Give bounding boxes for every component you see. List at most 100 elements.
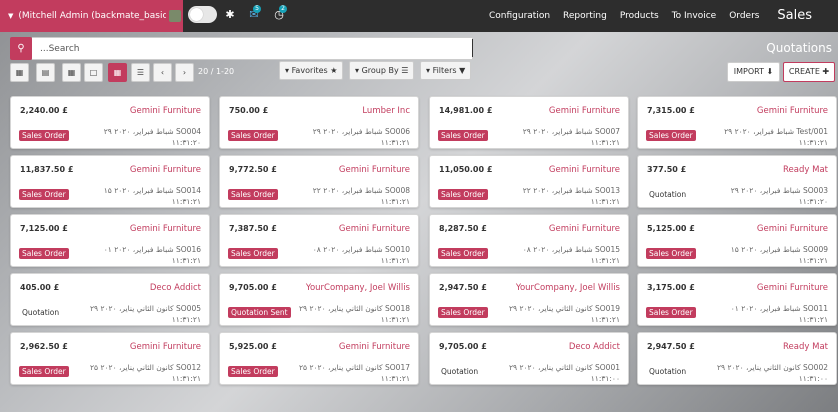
quotation-card[interactable]: 9,772.50 £ Gemini Furniture ۲۲ شباط فبراير… (219, 155, 419, 208)
quotation-card[interactable]: 5,125.00 £ Gemini Furniture ۱۵ شباط فبراير… (637, 214, 837, 267)
card-meta: ۲۲ شباط فبراير، ۲۰۲۰ SO008 ۱۱:۳۱:۲۱ (270, 185, 410, 207)
card-amount: 8,287.50 £ (439, 224, 487, 233)
card-time: ۱۱:۳۱:۲۱ (380, 315, 410, 324)
quotation-card[interactable]: 405.00 £ Deco Addict ۲۹ كانون الثاني يناير… (10, 273, 210, 326)
card-customer: Gemini Furniture (548, 106, 620, 116)
graph-view-icon[interactable]: ▤ (36, 63, 55, 82)
import-button[interactable]: IMPORT ⬇ (727, 62, 780, 82)
quotation-card[interactable]: 3,175.00 £ Gemini Furniture ۰۱ شباط فبراير… (637, 273, 837, 326)
card-amount: 5,925.00 £ (229, 342, 277, 351)
card-reference: SO019 (595, 304, 620, 313)
quotation-card[interactable]: 377.50 £ Ready Mat ۲۹ شباط فبراير، ۲۰۲۰ SO… (637, 155, 837, 208)
quotation-card[interactable]: 11,050.00 £ Gemini Furniture ۲۲ شباط فبراي… (429, 155, 629, 208)
menu-configuration[interactable]: Configuration (489, 11, 550, 21)
group-by-label: Group By (361, 66, 399, 75)
quotation-card[interactable]: 2,962.50 £ Gemini Furniture ۲۵ كانون الثان… (10, 332, 210, 385)
card-customer: Gemini Furniture (338, 342, 410, 352)
filters-button[interactable]: ▾ Filters ▼ (420, 61, 472, 80)
menu-to-invoice[interactable]: To Invoice (672, 11, 717, 21)
status-badge: Quotation (441, 367, 479, 376)
card-reference: SO004 (176, 127, 201, 136)
create-button[interactable]: CREATE ✚ (783, 62, 835, 82)
search-input[interactable] (32, 37, 473, 60)
app-title[interactable]: Sales (777, 8, 812, 23)
card-date: ۰۸ شباط فبراير، ۲۰۲۰ (522, 245, 593, 254)
card-date: ۲۹ كانون الثاني يناير، ۲۰۲۰ (90, 304, 174, 313)
status-badge: Sales Order (438, 307, 488, 318)
card-meta: ۲۵ كانون الثاني يناير، ۲۰۲۰ SO012 ۱۱:۳۱:۲… (61, 362, 201, 384)
card-customer: Lumber Inc (362, 106, 410, 116)
import-label: IMPORT (733, 67, 764, 76)
card-reference: SO012 (176, 363, 201, 372)
bug-icon[interactable]: ✱ (223, 8, 237, 22)
card-date: ۰۸ شباط فبراير، ۲۰۲۰ (312, 245, 383, 254)
card-time: ۱۱:۳۱:۲۱ (171, 315, 201, 324)
quotation-card[interactable]: 9,705.00 £ Deco Addict ۲۹ كانون الثاني ينا… (429, 332, 629, 385)
list-view-icon[interactable]: ☰ (131, 63, 150, 82)
pager-previous-button[interactable]: ‹ (153, 63, 172, 82)
menu-orders[interactable]: Orders (729, 11, 759, 21)
debug-toggle[interactable] (188, 6, 217, 23)
card-reference: SO009 (803, 245, 828, 254)
card-customer: Deco Addict (149, 283, 201, 293)
card-reference: SO008 (385, 186, 410, 195)
quotation-card[interactable]: 2,240.00 £ Gemini Furniture ۲۹ شباط فبراير… (10, 96, 210, 149)
card-time: ۱۱:۳۱:۲۱ (380, 374, 410, 383)
favorites-button[interactable]: ▾ Favorites ★ (279, 61, 344, 80)
quotation-card[interactable]: 7,125.00 £ Gemini Furniture ۰۱ شباط فبراير… (10, 214, 210, 267)
card-date: ۱۵ شباط فبراير، ۲۰۲۰ (103, 186, 174, 195)
main-menu: Configuration Reporting Products To Invo… (489, 0, 772, 32)
card-meta: ۰۸ شباط فبراير، ۲۰۲۰ SO015 ۱۱:۳۱:۲۱ (480, 244, 620, 266)
card-time: ۱۱:۳۱:۰۰ (798, 374, 828, 383)
card-customer: Gemini Furniture (548, 165, 620, 175)
quotation-card[interactable]: 7,387.50 £ Gemini Furniture ۰۸ شباط فبراير… (219, 214, 419, 267)
pivot-view-icon[interactable]: ▦ (62, 63, 81, 82)
pager-next-button[interactable]: › (175, 63, 194, 82)
quotation-card[interactable]: 9,705.00 £ YourCompany, Joel Willis ۲۹ كان… (219, 273, 419, 326)
status-badge: Sales Order (228, 366, 278, 377)
status-badge: Sales Order (438, 248, 488, 259)
card-customer: Gemini Furniture (548, 224, 620, 234)
quotation-card[interactable]: 7,315.00 £ Gemini Furniture ۲۹ شباط فبراير… (637, 96, 837, 149)
card-date: ۰۱ شباط فبراير، ۲۰۲۰ (103, 245, 174, 254)
menu-reporting[interactable]: Reporting (563, 11, 607, 21)
status-badge: Sales Order (438, 189, 488, 200)
quotation-card[interactable]: 750.00 £ Lumber Inc ۲۹ شباط فبراير، ۲۰۲۰ S… (219, 96, 419, 149)
grid-view-icon[interactable]: ▦ (10, 63, 29, 82)
card-reference: SO010 (385, 245, 410, 254)
calendar-view-icon[interactable]: □ (84, 63, 103, 82)
pager-value[interactable]: 20 / 1-20 (198, 67, 234, 76)
card-amount: 405.00 £ (20, 283, 60, 292)
quotation-card[interactable]: 2,947.50 £ Ready Mat ۲۹ كانون الثاني يناير… (637, 332, 837, 385)
card-time: ۱۱:۳۱:۲۱ (380, 138, 410, 147)
quotation-card[interactable]: 14,981.00 £ Gemini Furniture ۲۹ شباط فبراي… (429, 96, 629, 149)
card-amount: 2,947.50 £ (439, 283, 487, 292)
star-icon: ★ (330, 66, 338, 75)
user-name: (Mitchell Admin (backmate_basic_v12 (18, 11, 167, 21)
card-amount: 3,175.00 £ (647, 283, 695, 292)
card-reference: SO013 (595, 186, 620, 195)
kanban-view-icon[interactable]: ▦ (108, 63, 127, 82)
activity-counter-badge: 2 (279, 5, 287, 13)
user-menu[interactable]: ▼ (Mitchell Admin (backmate_basic_v12 (0, 0, 183, 32)
card-meta: ۲۹ شباط فبراير، ۲۰۲۰ SO004 ۱۱:۳۱:۲۰ (61, 126, 201, 148)
plus-icon: ✚ (822, 67, 830, 76)
card-meta: ۲۹ كانون الثاني يناير، ۲۰۲۰ SO018 ۱۱:۳۱:۲… (270, 303, 410, 325)
quotation-card[interactable]: 11,837.50 £ Gemini Furniture ۱۵ شباط فبراي… (10, 155, 210, 208)
quotation-card[interactable]: 8,287.50 £ Gemini Furniture ۰۸ شباط فبراير… (429, 214, 629, 267)
quotation-card[interactable]: 2,947.50 £ YourCompany, Joel Willis ۲۹ كان… (429, 273, 629, 326)
card-time: ۱۱:۳۱:۲۱ (590, 256, 620, 265)
card-reference: SO016 (176, 245, 201, 254)
card-meta: ۲۹ كانون الثاني يناير، ۲۰۲۰ SO002 ۱۱:۳۱:۰… (688, 362, 828, 384)
quotation-card[interactable]: 5,925.00 £ Gemini Furniture ۲۵ كانون الثان… (219, 332, 419, 385)
bars-icon: ☰ (401, 66, 409, 75)
status-badge: Quotation (649, 190, 687, 199)
card-date: ۲۲ شباط فبراير، ۲۰۲۰ (312, 186, 383, 195)
group-by-button[interactable]: ▾ Group By ☰ (349, 61, 415, 80)
card-customer: Gemini Furniture (756, 224, 828, 234)
card-customer: Gemini Furniture (129, 106, 201, 116)
card-reference: SO018 (385, 304, 410, 313)
menu-products[interactable]: Products (620, 11, 659, 21)
control-panel: ⚲ Quotations ▦ ▤ ▦ □ ▦ ☰ ‹ › 20 / 1-20 ▾… (0, 32, 838, 88)
search-icon[interactable]: ⚲ (10, 37, 32, 60)
